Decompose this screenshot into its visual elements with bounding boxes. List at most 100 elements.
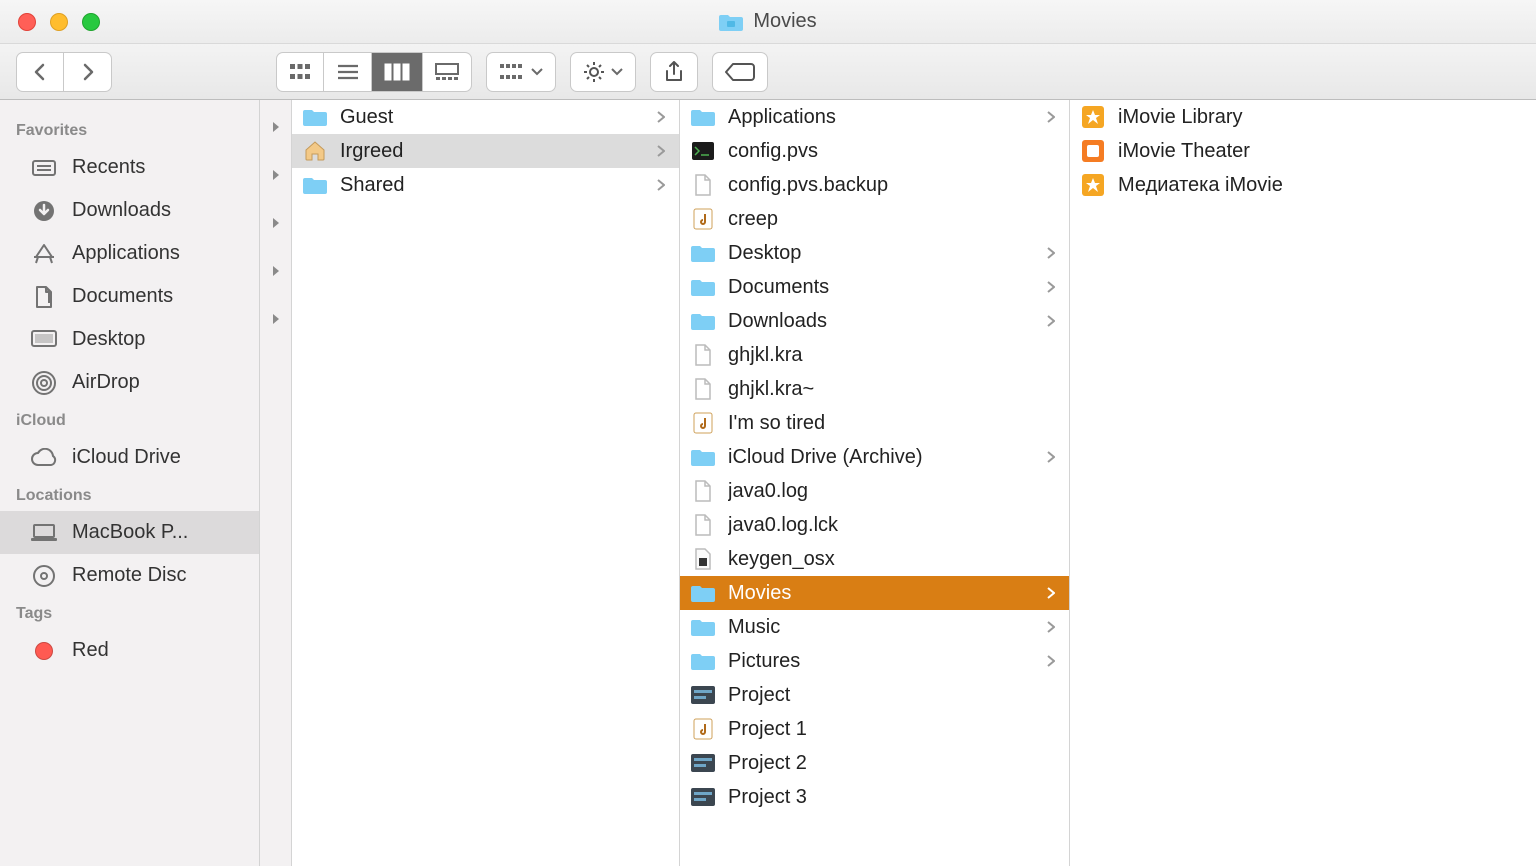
file-item[interactable]: Project 3 <box>680 780 1069 814</box>
file-item[interactable]: Downloads <box>680 304 1069 338</box>
file-item[interactable]: ghjkl.kra~ <box>680 372 1069 406</box>
chevron-right-icon <box>1047 106 1057 129</box>
sidebar-item-recents[interactable]: Recents <box>0 146 259 189</box>
fullscreen-window-button[interactable] <box>82 13 100 31</box>
garageband-icon <box>690 684 716 706</box>
disclosure-arrow-icon[interactable] <box>271 110 281 144</box>
disclosure-arrow-icon[interactable] <box>271 254 281 288</box>
sidebar-section-header: Favorites <box>0 114 259 146</box>
file-item[interactable]: config.pvs.backup <box>680 168 1069 202</box>
sidebar-section-header: Tags <box>0 597 259 629</box>
sidebar-item-remote-disc[interactable]: Remote Disc <box>0 554 259 597</box>
gallery-view-button[interactable] <box>423 52 472 92</box>
folder-movie-icon <box>690 582 716 604</box>
sidebar-item-label: AirDrop <box>72 371 140 394</box>
file-item-label: Project <box>728 684 1057 707</box>
sidebar-item-label: Desktop <box>72 328 145 351</box>
column-1: Guest Irgreed Shared <box>292 100 680 866</box>
sidebar-item-downloads[interactable]: Downloads <box>0 189 259 232</box>
file-item[interactable]: iCloud Drive (Archive) <box>680 440 1069 474</box>
chevron-right-icon <box>1047 310 1057 333</box>
chevron-right-icon <box>657 106 667 129</box>
file-item-label: Project 2 <box>728 752 1057 775</box>
sidebar-item-icloud-drive[interactable]: iCloud Drive <box>0 436 259 479</box>
disclosure-arrow-icon[interactable] <box>271 158 281 192</box>
chevron-right-icon <box>1047 650 1057 673</box>
file-item-label: java0.log.lck <box>728 514 1057 537</box>
sidebar-item-airdrop[interactable]: AirDrop <box>0 361 259 404</box>
group-by-button[interactable] <box>486 52 556 92</box>
disclosure-arrow-icon[interactable] <box>271 206 281 240</box>
file-item[interactable]: keygen_osx <box>680 542 1069 576</box>
action-menu-button[interactable] <box>570 52 636 92</box>
file-item[interactable]: Pictures <box>680 644 1069 678</box>
file-item-label: Documents <box>728 276 1035 299</box>
recents-icon <box>30 157 58 179</box>
file-item-label: iCloud Drive (Archive) <box>728 446 1035 469</box>
chevron-down-icon <box>531 68 543 76</box>
applications-icon <box>30 243 58 265</box>
file-item-label: Pictures <box>728 650 1035 673</box>
exec-icon <box>690 548 716 570</box>
sidebar-section-header: iCloud <box>0 404 259 436</box>
file-item[interactable]: Project 2 <box>680 746 1069 780</box>
file-item-label: keygen_osx <box>728 548 1057 571</box>
file-item[interactable]: Guest <box>292 100 679 134</box>
disclosure-arrow-icon[interactable] <box>271 302 281 336</box>
file-item-label: Irgreed <box>340 140 645 163</box>
sidebar-item-desktop[interactable]: Desktop <box>0 318 259 361</box>
file-icon <box>690 514 716 536</box>
back-button[interactable] <box>16 52 64 92</box>
window-title-text: Movies <box>753 10 816 33</box>
file-item[interactable]: I'm so tired <box>680 406 1069 440</box>
sidebar-item-label: Remote Disc <box>72 564 186 587</box>
sidebar-item-red[interactable]: Red <box>0 629 259 672</box>
file-item[interactable]: Movies <box>680 576 1069 610</box>
folder-icon <box>302 106 328 128</box>
icon-view-button[interactable] <box>276 52 324 92</box>
music-doc-icon <box>690 412 716 434</box>
sidebar-item-label: Applications <box>72 242 180 265</box>
file-item[interactable]: Project <box>680 678 1069 712</box>
file-item[interactable]: java0.log <box>680 474 1069 508</box>
folder-app-icon <box>690 106 716 128</box>
downloads-icon <box>30 200 58 222</box>
list-view-button[interactable] <box>324 52 372 92</box>
column-view-button[interactable] <box>372 52 423 92</box>
file-item[interactable]: iMovie Library <box>1070 100 1536 134</box>
terminal-icon <box>690 140 716 162</box>
file-item[interactable]: Documents <box>680 270 1069 304</box>
sidebar-item-label: Red <box>72 639 109 662</box>
sidebar-item-applications[interactable]: Applications <box>0 232 259 275</box>
file-item[interactable]: Project 1 <box>680 712 1069 746</box>
file-item[interactable]: Music <box>680 610 1069 644</box>
edit-tags-button[interactable] <box>712 52 768 92</box>
airdrop-icon <box>30 372 58 394</box>
chevron-right-icon <box>1047 582 1057 605</box>
share-button[interactable] <box>650 52 698 92</box>
file-item[interactable]: Shared <box>292 168 679 202</box>
action-button-group <box>570 52 636 92</box>
file-item[interactable]: Медиатека iMovie <box>1070 168 1536 202</box>
sidebar-item-macbook-p-[interactable]: MacBook P... <box>0 511 259 554</box>
file-item[interactable]: java0.log.lck <box>680 508 1069 542</box>
close-window-button[interactable] <box>18 13 36 31</box>
tag-icon <box>725 62 755 82</box>
sidebar-item-label: Downloads <box>72 199 171 222</box>
folder-dl-icon <box>690 310 716 332</box>
file-item[interactable]: creep <box>680 202 1069 236</box>
file-item[interactable]: Irgreed <box>292 134 679 168</box>
file-item[interactable]: iMovie Theater <box>1070 134 1536 168</box>
file-item[interactable]: Applications <box>680 100 1069 134</box>
file-icon <box>690 378 716 400</box>
file-item[interactable]: config.pvs <box>680 134 1069 168</box>
forward-button[interactable] <box>64 52 112 92</box>
folder-movie-icon <box>719 12 743 32</box>
sidebar-item-documents[interactable]: Documents <box>0 275 259 318</box>
group-by-button-group <box>486 52 556 92</box>
file-item[interactable]: ghjkl.kra <box>680 338 1069 372</box>
file-item-label: java0.log <box>728 480 1057 503</box>
minimize-window-button[interactable] <box>50 13 68 31</box>
file-item[interactable]: Desktop <box>680 236 1069 270</box>
file-item-label: I'm so tired <box>728 412 1057 435</box>
